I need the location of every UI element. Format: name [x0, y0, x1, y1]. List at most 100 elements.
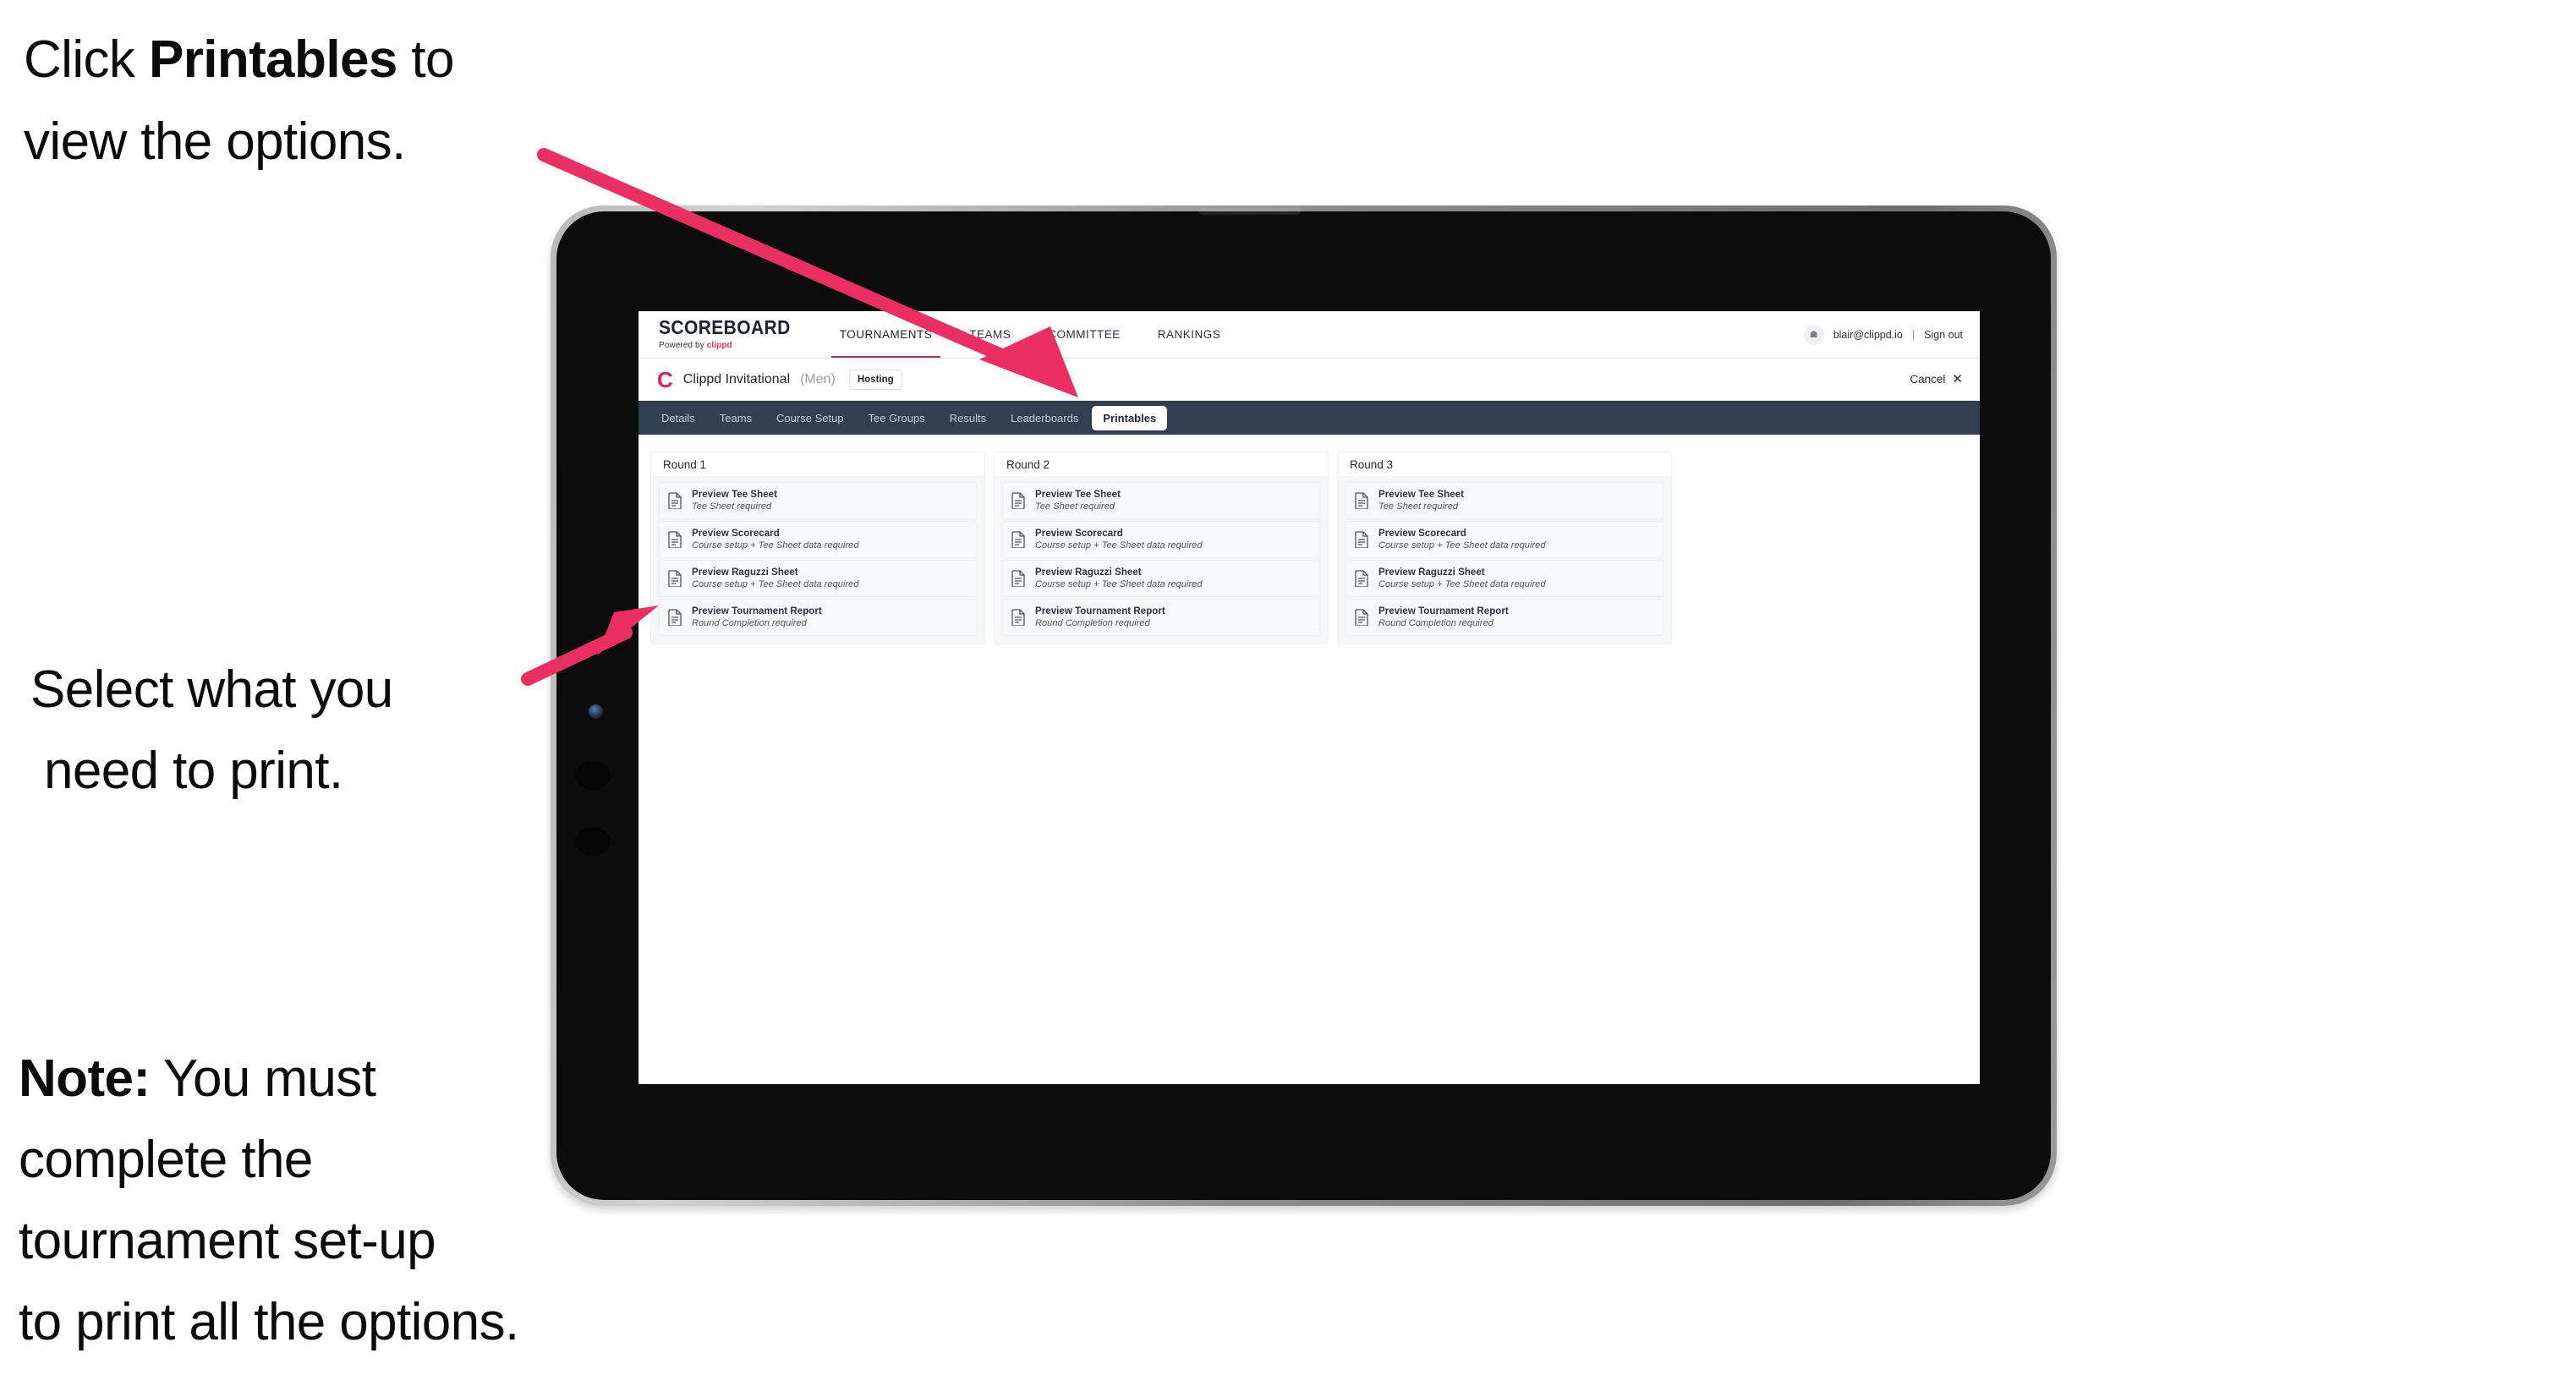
document-icon	[1355, 570, 1368, 587]
printable-text: Preview Tee Sheet Tee Sheet required	[692, 490, 777, 512]
cancel-label: Cancel	[1910, 373, 1946, 386]
annotation-note-label: Note:	[19, 1049, 151, 1108]
printable-subtitle: Tee Sheet required	[1035, 501, 1115, 512]
clippd-wordmark: clippd	[706, 341, 732, 350]
nav-item-teams[interactable]: TEAMS	[951, 311, 1029, 358]
app-viewport: SCOREBOARD Powered by clippd TOURNAMENTS…	[639, 311, 1980, 1084]
tablet-device-frame: SCOREBOARD Powered by clippd TOURNAMENTS…	[551, 205, 2057, 1206]
document-icon	[1011, 570, 1025, 587]
avatar[interactable]: ☗	[1803, 324, 1824, 345]
printable-title: Preview Tournament Report	[692, 606, 822, 616]
screenshot-canvas: Click Printables to view the options. Se…	[0, 0, 2576, 1386]
printable-title: Preview Tee Sheet	[1378, 490, 1464, 500]
round-items: Preview Tee Sheet Tee Sheet required Pre…	[651, 477, 984, 644]
printables-panel: Round 1 Preview Tee Sheet Tee Sheet requ…	[639, 435, 1980, 1084]
tab-leaderboards[interactable]: Leaderboards	[1000, 406, 1089, 430]
printable-subtitle: Course setup + Tee Sheet data required	[692, 540, 859, 551]
annotation-note-line2: complete the	[19, 1131, 313, 1189]
printable-item-tournament-report[interactable]: Preview Tournament Report Round Completi…	[1346, 599, 1663, 636]
printable-item-scorecard[interactable]: Preview Scorecard Course setup + Tee She…	[1346, 521, 1663, 558]
camera-icon	[589, 704, 603, 719]
document-icon	[668, 609, 682, 626]
tab-teams[interactable]: Teams	[709, 406, 763, 430]
printable-item-scorecard[interactable]: Preview Scorecard Course setup + Tee She…	[659, 521, 977, 558]
tournament-gender: (Men)	[800, 371, 836, 386]
printable-subtitle: Course setup + Tee Sheet data required	[1035, 579, 1203, 589]
volume-down-button[interactable]	[575, 827, 611, 856]
printable-text: Preview Raguzzi Sheet Course setup + Tee…	[1035, 567, 1203, 589]
annotation-click-printables: Click Printables to view the options.	[24, 19, 582, 183]
printable-subtitle: Course setup + Tee Sheet data required	[1378, 540, 1546, 551]
printable-text: Preview Scorecard Course setup + Tee She…	[692, 529, 859, 551]
printable-item-tee-sheet[interactable]: Preview Tee Sheet Tee Sheet required	[1002, 482, 1320, 519]
printable-subtitle: Round Completion required	[1378, 618, 1494, 628]
tournament-name: Clippd Invitational	[682, 371, 791, 386]
annotation-select-line1: Select what you	[30, 660, 393, 719]
brand-title: SCOREBOARD	[659, 316, 791, 339]
printable-item-tournament-report[interactable]: Preview Tournament Report Round Completi…	[659, 599, 977, 636]
printable-subtitle: Course setup + Tee Sheet data required	[1035, 540, 1203, 551]
account-separator: |	[1911, 328, 1916, 341]
brand-powered-by: Powered by clippd	[659, 341, 791, 350]
document-icon	[1011, 609, 1025, 626]
tab-tee-groups[interactable]: Tee Groups	[858, 406, 936, 430]
printable-subtitle: Tee Sheet required	[692, 501, 772, 512]
document-icon	[668, 492, 682, 509]
cancel-button[interactable]: Cancel ✕	[1910, 373, 1963, 386]
printable-item-tee-sheet[interactable]: Preview Tee Sheet Tee Sheet required	[1346, 482, 1663, 519]
printable-subtitle: Course setup + Tee Sheet data required	[1378, 579, 1546, 589]
printable-text: Preview Tee Sheet Tee Sheet required	[1378, 490, 1464, 512]
document-icon	[1355, 609, 1368, 626]
tab-details[interactable]: Details	[650, 406, 706, 430]
nav-item-committee[interactable]: COMMITTEE	[1029, 311, 1139, 358]
user-email: blair@clippd.io	[1833, 328, 1903, 341]
printable-subtitle: Course setup + Tee Sheet data required	[692, 579, 859, 589]
tournament-tabs: Details Teams Course Setup Tee Groups Re…	[639, 401, 1980, 435]
annotation-select-print: Select what you need to print.	[30, 649, 572, 812]
printable-subtitle: Round Completion required	[1035, 618, 1150, 628]
speaker-grill	[1199, 208, 1301, 215]
tab-course-setup[interactable]: Course Setup	[765, 406, 855, 430]
printable-title: Preview Tee Sheet	[692, 490, 777, 500]
annotation-note-line3: tournament set-up	[19, 1212, 436, 1270]
printable-text: Preview Tee Sheet Tee Sheet required	[1035, 490, 1121, 512]
volume-up-button[interactable]	[575, 761, 611, 790]
round-items: Preview Tee Sheet Tee Sheet required Pre…	[1338, 477, 1671, 644]
printable-item-raguzzi-sheet[interactable]: Preview Raguzzi Sheet Course setup + Tee…	[659, 560, 977, 597]
document-icon	[668, 531, 682, 548]
annotation-note-line1: You must	[150, 1049, 376, 1108]
printable-title: Preview Raguzzi Sheet	[1378, 567, 1485, 578]
tab-results[interactable]: Results	[939, 406, 997, 430]
round-title: Round 3	[1338, 452, 1671, 477]
annotation-select-line2: need to print.	[44, 742, 343, 800]
printable-title: Preview Scorecard	[1035, 529, 1123, 539]
account-area: ☗ blair@clippd.io | Sign out	[1803, 311, 1980, 358]
printable-text: Preview Raguzzi Sheet Course setup + Tee…	[692, 567, 859, 589]
printable-title: Preview Raguzzi Sheet	[1035, 567, 1142, 578]
printable-text: Preview Tournament Report Round Completi…	[1035, 606, 1165, 628]
nav-item-rankings[interactable]: RANKINGS	[1139, 311, 1240, 358]
printable-item-tournament-report[interactable]: Preview Tournament Report Round Completi…	[1002, 599, 1320, 636]
document-icon	[668, 570, 682, 587]
sign-out-link[interactable]: Sign out	[1924, 329, 1963, 341]
printable-item-scorecard[interactable]: Preview Scorecard Course setup + Tee She…	[1002, 521, 1320, 558]
scoreboard-logo[interactable]: SCOREBOARD Powered by clippd	[639, 311, 809, 358]
printable-title: Preview Raguzzi Sheet	[692, 567, 798, 578]
document-icon	[1011, 492, 1025, 509]
printable-text: Preview Tournament Report Round Completi…	[1378, 606, 1509, 628]
document-icon	[1011, 531, 1025, 548]
round-column: Round 2 Preview Tee Sheet Tee Sheet requ…	[994, 452, 1329, 644]
tab-printables[interactable]: Printables	[1092, 405, 1168, 430]
printable-item-tee-sheet[interactable]: Preview Tee Sheet Tee Sheet required	[659, 482, 977, 519]
round-items: Preview Tee Sheet Tee Sheet required Pre…	[995, 477, 1328, 644]
round-title: Round 1	[651, 452, 984, 477]
nav-item-tournaments[interactable]: TOURNAMENTS	[821, 311, 951, 358]
annotation-note-line4: to print all the options.	[19, 1293, 519, 1351]
printable-text: Preview Tournament Report Round Completi…	[692, 606, 822, 628]
printable-item-raguzzi-sheet[interactable]: Preview Raguzzi Sheet Course setup + Tee…	[1346, 560, 1663, 597]
document-icon	[1355, 531, 1368, 548]
printable-item-raguzzi-sheet[interactable]: Preview Raguzzi Sheet Course setup + Tee…	[1002, 560, 1320, 597]
printable-text: Preview Scorecard Course setup + Tee She…	[1035, 529, 1203, 551]
powered-prefix: Powered by	[659, 341, 707, 350]
document-icon	[1355, 492, 1368, 509]
